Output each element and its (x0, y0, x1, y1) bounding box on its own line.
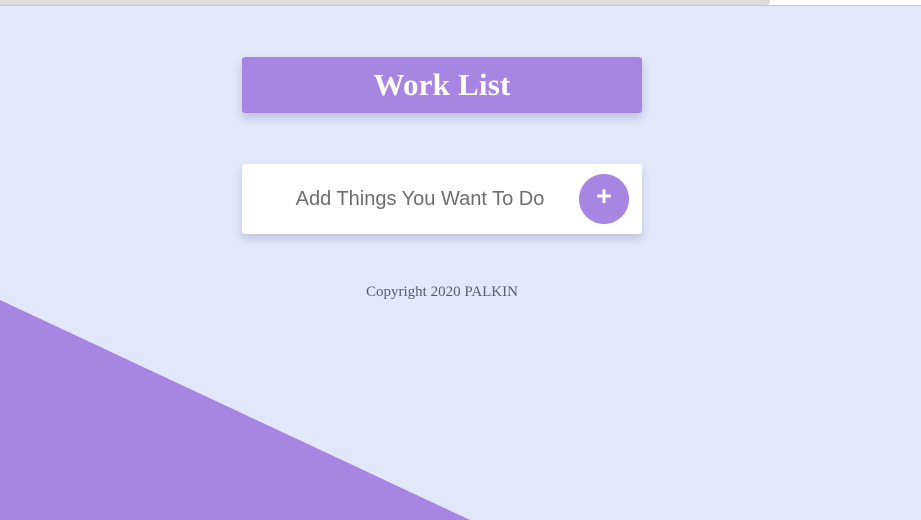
browser-tab-strip (0, 0, 770, 5)
page-title: Work List (373, 67, 511, 102)
browser-top-edge (0, 0, 921, 6)
copyright-footer: Copyright 2020 PALKIN (366, 284, 518, 300)
add-task-form: + (242, 164, 642, 234)
plus-icon: + (596, 180, 612, 211)
task-input[interactable] (242, 164, 578, 234)
add-task-button[interactable]: + (579, 174, 629, 224)
header-card: Work List (242, 57, 642, 113)
